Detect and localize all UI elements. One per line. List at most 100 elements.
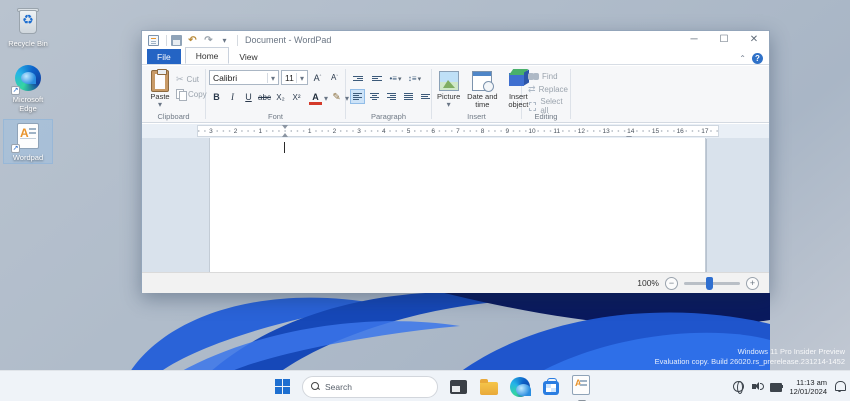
- editing-group: Find Replace Select all Editing: [522, 66, 570, 122]
- ruler-strip[interactable]: 3211234567891011121314151617: [197, 125, 719, 137]
- font-color-dropdown-icon[interactable]: [324, 88, 328, 106]
- taskbar-search-input[interactable]: Search: [302, 376, 438, 398]
- window-title: Document - WordPad: [245, 35, 331, 45]
- redo-button[interactable]: ↷: [202, 34, 215, 47]
- ruler-number: 8: [480, 127, 486, 136]
- edge-taskbar-button[interactable]: [509, 376, 531, 398]
- line-spacing-icon[interactable]: ↕≡▾: [407, 71, 422, 86]
- cut-button[interactable]: ✂ Cut: [174, 73, 209, 86]
- tab-view[interactable]: View: [229, 49, 267, 64]
- text-highlight-button[interactable]: ✎: [329, 90, 344, 105]
- superscript-button[interactable]: X²: [289, 90, 304, 105]
- minimize-button[interactable]: ─: [679, 31, 709, 49]
- folder-icon: [480, 382, 498, 395]
- search-icon: [311, 382, 320, 391]
- wordpad-icon: A: [572, 375, 590, 395]
- chevron-down-icon: [267, 73, 278, 83]
- group-label: Font: [206, 112, 345, 121]
- start-button[interactable]: [271, 376, 293, 398]
- desktop-icon-recycle-bin[interactable]: ♻ Recycle Bin: [4, 6, 52, 49]
- maximize-button[interactable]: ☐: [709, 31, 739, 49]
- zoom-in-button[interactable]: +: [746, 277, 759, 290]
- network-icon[interactable]: [732, 380, 745, 393]
- document-page[interactable]: [209, 138, 706, 272]
- title-bar[interactable]: ↶ ↷ Document - WordPad ─ ☐ ✕: [142, 31, 769, 49]
- first-line-indent-marker[interactable]: [282, 125, 288, 129]
- ruler-number: 10: [527, 127, 536, 136]
- copy-button[interactable]: Copy: [174, 88, 209, 100]
- picture-dropdown-icon[interactable]: [447, 101, 451, 109]
- watermark-line2: Evaluation copy. Build 26020.rs_prerelea…: [655, 357, 845, 367]
- paragraph-group: •≡▾ ↕≡▾: [346, 66, 431, 122]
- edge-icon: [510, 377, 530, 397]
- ruler-number: 7: [455, 127, 461, 136]
- paragraph-dialog-button[interactable]: [418, 89, 433, 104]
- find-button[interactable]: Find: [526, 70, 570, 83]
- collapse-ribbon-icon[interactable]: ⌃: [739, 54, 746, 63]
- ruler-number: 13: [601, 127, 610, 136]
- microsoft-store-button[interactable]: [540, 376, 562, 398]
- shrink-font-button[interactable]: Aˇ: [327, 70, 342, 85]
- tray-time: 11:13 am: [789, 378, 827, 387]
- align-left-button[interactable]: [350, 89, 365, 104]
- wordpad-taskbar-button[interactable]: A: [571, 376, 593, 398]
- text-caret: [284, 142, 285, 153]
- italic-button[interactable]: I: [225, 90, 240, 105]
- task-view-button[interactable]: [447, 376, 469, 398]
- subscript-button[interactable]: X₂: [273, 90, 288, 105]
- quick-access-dropdown[interactable]: [218, 34, 231, 47]
- document-area[interactable]: [142, 138, 769, 272]
- tab-file[interactable]: File: [147, 49, 181, 64]
- tab-home[interactable]: Home: [185, 47, 230, 64]
- ruler-number: 17: [700, 127, 709, 136]
- increase-indent-icon[interactable]: [369, 71, 384, 86]
- task-view-icon: [450, 380, 467, 394]
- paste-dropdown-icon[interactable]: [158, 101, 162, 109]
- ruler-number: 4: [381, 127, 387, 136]
- undo-button[interactable]: ↶: [186, 34, 199, 47]
- zoom-out-button[interactable]: −: [665, 277, 678, 290]
- bold-button[interactable]: B: [209, 90, 224, 105]
- ruler-number: 6: [430, 127, 436, 136]
- hanging-indent-marker[interactable]: [282, 133, 288, 137]
- font-size-select[interactable]: 11: [281, 70, 308, 85]
- clipboard-group: Paste ✂ Cut Copy Clipboard: [142, 66, 205, 122]
- wordpad-icon: A ↗: [12, 120, 44, 152]
- grow-font-button[interactable]: Aˆ: [310, 70, 325, 85]
- font-family-select[interactable]: Calibri: [209, 70, 279, 85]
- notification-bell-icon[interactable]: [833, 380, 846, 393]
- replace-button[interactable]: Replace: [526, 83, 570, 96]
- ribbon-tab-row: File Home View ⌃ ?: [142, 49, 769, 65]
- search-placeholder: Search: [325, 382, 352, 392]
- underline-button[interactable]: U: [241, 90, 256, 105]
- justify-button[interactable]: [401, 89, 416, 104]
- bullets-icon[interactable]: •≡▾: [388, 71, 403, 86]
- paste-icon: [149, 70, 171, 92]
- align-right-button[interactable]: [384, 89, 399, 104]
- align-center-button[interactable]: [367, 89, 382, 104]
- divider: [237, 35, 238, 46]
- desktop-icon-wordpad[interactable]: A ↗ Wordpad: [4, 120, 52, 163]
- help-icon[interactable]: ?: [752, 53, 763, 64]
- volume-icon[interactable]: [751, 380, 764, 393]
- group-label: Insert: [432, 112, 521, 121]
- desktop-icon-label: Recycle Bin: [4, 40, 52, 49]
- strikethrough-button[interactable]: abc: [257, 90, 272, 105]
- font-color-button[interactable]: A: [308, 90, 323, 105]
- save-button[interactable]: [170, 34, 183, 47]
- recycle-bin-icon: ♻: [12, 6, 44, 38]
- ruler-number: 2: [332, 127, 338, 136]
- file-explorer-button[interactable]: [478, 376, 500, 398]
- ruler-number: 5: [406, 127, 412, 136]
- decrease-indent-icon[interactable]: [350, 71, 365, 86]
- desktop-icon-microsoft-edge[interactable]: ↗ Microsoft Edge: [4, 62, 52, 113]
- close-button[interactable]: ✕: [739, 31, 769, 49]
- clock[interactable]: 11:13 am 12/01/2024: [789, 378, 827, 396]
- group-divider: [570, 69, 571, 119]
- battery-icon[interactable]: [770, 380, 783, 393]
- desktop: ♻ Recycle Bin ↗ Microsoft Edge A ↗ Wordp…: [0, 0, 850, 401]
- zoom-slider-thumb[interactable]: [706, 277, 713, 290]
- ruler-number: 11: [552, 127, 561, 136]
- zoom-slider[interactable]: [684, 282, 740, 285]
- shortcut-arrow-icon: ↗: [11, 86, 20, 95]
